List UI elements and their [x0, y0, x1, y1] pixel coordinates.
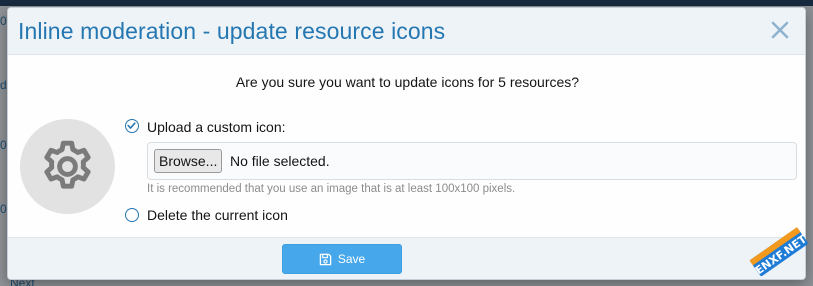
browse-button[interactable]: Browse... [154, 149, 223, 173]
dialog-header: Inline moderation - update resource icon… [8, 8, 805, 55]
confirm-question: Are you sure you want to update icons fo… [235, 74, 580, 90]
upload-hint: It is recommended that you use an image … [147, 183, 516, 195]
close-button[interactable] [767, 17, 793, 43]
delete-option-label: Delete the current icon [147, 207, 288, 223]
dialog-title: Inline moderation - update resource icon… [18, 18, 446, 44]
gear-icon [44, 140, 91, 189]
save-button-label: Save [337, 252, 366, 266]
resource-icon-preview [20, 119, 115, 214]
file-input[interactable]: Browse... No file selected. [147, 142, 797, 180]
update-icons-dialog: Inline moderation - update resource icon… [7, 7, 806, 280]
save-icon [319, 253, 332, 265]
dialog-footer: Save [8, 237, 805, 279]
delete-radio[interactable] [125, 208, 139, 222]
upload-radio[interactable] [125, 119, 139, 133]
file-status: No file selected. [230, 153, 330, 169]
close-icon [771, 21, 789, 39]
upload-option-label: Upload a custom icon: [147, 119, 286, 135]
check-icon [127, 122, 136, 129]
watermark-logo: ENXF.NET [749, 227, 810, 277]
save-button[interactable]: Save [282, 244, 402, 274]
